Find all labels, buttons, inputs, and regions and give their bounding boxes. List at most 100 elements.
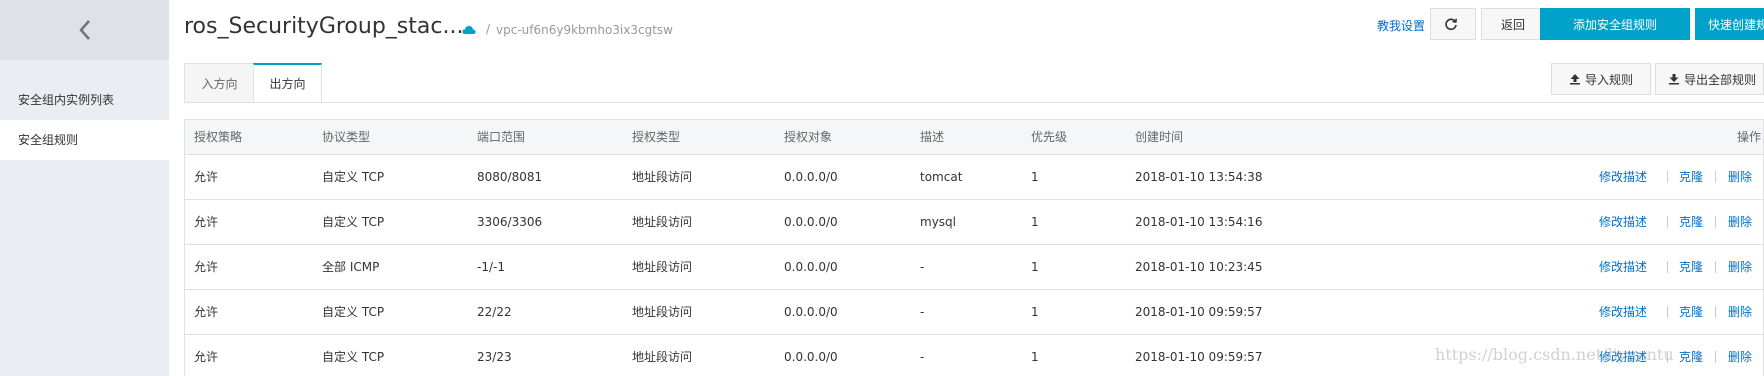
cell-target: 0.0.0.0/0: [784, 350, 838, 364]
delete-link[interactable]: 删除: [1728, 200, 1752, 244]
edit-description-link[interactable]: 修改描述: [1599, 155, 1647, 199]
page-header: ros_SecurityGroup_stac... / vpc-uf6n6y9k…: [184, 0, 1764, 56]
divider: [1667, 306, 1668, 318]
cell-policy: 允许: [194, 215, 219, 229]
cell-priority: 1: [1031, 260, 1039, 274]
watermark: https://blog.csdn.net/liyuantu: [1435, 345, 1674, 364]
column-header: 优先级: [1031, 130, 1068, 144]
export-rules-label: 导出全部规则: [1684, 72, 1757, 87]
chevron-left-icon: [78, 20, 90, 40]
cell-created: 2018-01-10 09:59:57: [1135, 305, 1263, 319]
cell-port: -1/-1: [477, 260, 505, 274]
sidebar: 安全组内实例列表 安全组规则: [0, 0, 169, 376]
breadcrumb-separator: /: [486, 22, 491, 36]
tab-inbound[interactable]: 入方向: [184, 63, 254, 103]
table-row: 允许 自定义 TCP 22/22 地址段访问 0.0.0.0/0 - 1 201…: [185, 290, 1763, 335]
divider: [1667, 216, 1668, 228]
cell-created: 2018-01-10 13:54:38: [1135, 170, 1263, 184]
cell-created: 2018-01-10 09:59:57: [1135, 350, 1263, 364]
cell-priority: 1: [1031, 215, 1039, 229]
column-header: 协议类型: [322, 130, 371, 144]
column-header: 创建时间: [1135, 130, 1184, 144]
delete-link[interactable]: 删除: [1728, 335, 1752, 376]
page-title: ros_SecurityGroup_stac...: [184, 14, 464, 39]
refresh-icon: [1445, 18, 1457, 31]
cell-auth-type: 地址段访问: [632, 260, 693, 274]
sidebar-item-rules[interactable]: 安全组规则: [0, 120, 169, 160]
import-rules-label: 导入规则: [1584, 72, 1633, 87]
cell-protocol: 全部 ICMP: [322, 260, 380, 274]
clone-link[interactable]: 克隆: [1679, 245, 1703, 289]
cell-policy: 允许: [194, 170, 219, 184]
cell-port: 3306/3306: [477, 215, 543, 229]
clone-link[interactable]: 克隆: [1679, 200, 1703, 244]
clone-link[interactable]: 克隆: [1679, 290, 1703, 334]
cell-policy: 允许: [194, 305, 219, 319]
table-header: 授权策略 协议类型 端口范围 授权类型 授权对象 描述 优先级 创建时间 操作: [185, 120, 1763, 155]
quick-create-button[interactable]: 快速创建规则: [1695, 8, 1764, 40]
cell-target: 0.0.0.0/0: [784, 215, 838, 229]
cell-port: 22/22: [477, 305, 512, 319]
column-header: 操作: [1736, 130, 1761, 144]
tab-outbound[interactable]: 出方向: [253, 63, 322, 103]
export-rules-button[interactable]: 导出全部规则: [1655, 63, 1764, 95]
cell-description: -: [920, 305, 925, 319]
tab-divider: [184, 102, 1764, 103]
import-rules-button[interactable]: 导入规则: [1551, 63, 1651, 95]
main-content: ros_SecurityGroup_stac... / vpc-uf6n6y9k…: [184, 0, 1764, 376]
cell-target: 0.0.0.0/0: [784, 260, 838, 274]
back-button[interactable]: [0, 0, 169, 60]
cloud-icon: [462, 26, 476, 34]
cell-port: 8080/8081: [477, 170, 543, 184]
cell-port: 23/23: [477, 350, 512, 364]
cell-description: tomcat: [920, 170, 963, 184]
edit-description-link[interactable]: 修改描述: [1599, 245, 1647, 289]
rules-table: 授权策略 协议类型 端口范围 授权类型 授权对象 描述 优先级 创建时间 操作 …: [184, 119, 1764, 376]
download-icon: [1669, 74, 1679, 85]
column-header: 授权策略: [194, 130, 243, 144]
divider: [1715, 306, 1716, 318]
sidebar-item-instances[interactable]: 安全组内实例列表: [0, 80, 169, 120]
help-link[interactable]: 教我设置: [1377, 17, 1425, 34]
vpc-id: vpc-uf6n6y9kbmho3ix3cgtsw: [496, 23, 673, 37]
cell-auth-type: 地址段访问: [632, 305, 693, 319]
cell-description: -: [920, 260, 925, 274]
cell-target: 0.0.0.0/0: [784, 170, 838, 184]
cell-priority: 1: [1031, 170, 1039, 184]
cell-policy: 允许: [194, 260, 219, 274]
cell-created: 2018-01-10 10:23:45: [1135, 260, 1263, 274]
cell-protocol: 自定义 TCP: [322, 170, 385, 184]
cell-auth-type: 地址段访问: [632, 350, 693, 364]
table-row: 允许 自定义 TCP 3306/3306 地址段访问 0.0.0.0/0 mys…: [185, 200, 1763, 245]
cell-priority: 1: [1031, 305, 1039, 319]
divider: [1715, 171, 1716, 183]
clone-link[interactable]: 克隆: [1679, 155, 1703, 199]
refresh-button[interactable]: [1430, 8, 1476, 40]
divider: [1667, 171, 1668, 183]
divider: [1715, 216, 1716, 228]
cell-protocol: 自定义 TCP: [322, 215, 385, 229]
column-header: 授权类型: [632, 130, 681, 144]
edit-description-link[interactable]: 修改描述: [1599, 200, 1647, 244]
cell-priority: 1: [1031, 350, 1039, 364]
upload-icon: [1569, 74, 1580, 85]
column-header: 授权对象: [784, 130, 833, 144]
edit-description-link[interactable]: 修改描述: [1599, 290, 1647, 334]
column-header: 端口范围: [477, 130, 526, 144]
delete-link[interactable]: 删除: [1728, 290, 1752, 334]
clone-link[interactable]: 克隆: [1679, 335, 1703, 376]
table-row: 允许 自定义 TCP 8080/8081 地址段访问 0.0.0.0/0 tom…: [185, 155, 1763, 200]
table-row: 允许 全部 ICMP -1/-1 地址段访问 0.0.0.0/0 - 1 201…: [185, 245, 1763, 290]
divider: [1667, 261, 1668, 273]
delete-link[interactable]: 删除: [1728, 245, 1752, 289]
cell-auth-type: 地址段访问: [632, 170, 693, 184]
cell-target: 0.0.0.0/0: [784, 305, 838, 319]
add-rule-button[interactable]: 添加安全组规则: [1540, 8, 1690, 40]
delete-link[interactable]: 删除: [1728, 155, 1752, 199]
cell-description: mysql: [920, 215, 956, 229]
column-header: 描述: [920, 130, 945, 144]
cell-created: 2018-01-10 13:54:16: [1135, 215, 1263, 229]
back-text-button[interactable]: 返回: [1481, 8, 1545, 40]
cell-protocol: 自定义 TCP: [322, 305, 385, 319]
cell-description: -: [920, 350, 925, 364]
